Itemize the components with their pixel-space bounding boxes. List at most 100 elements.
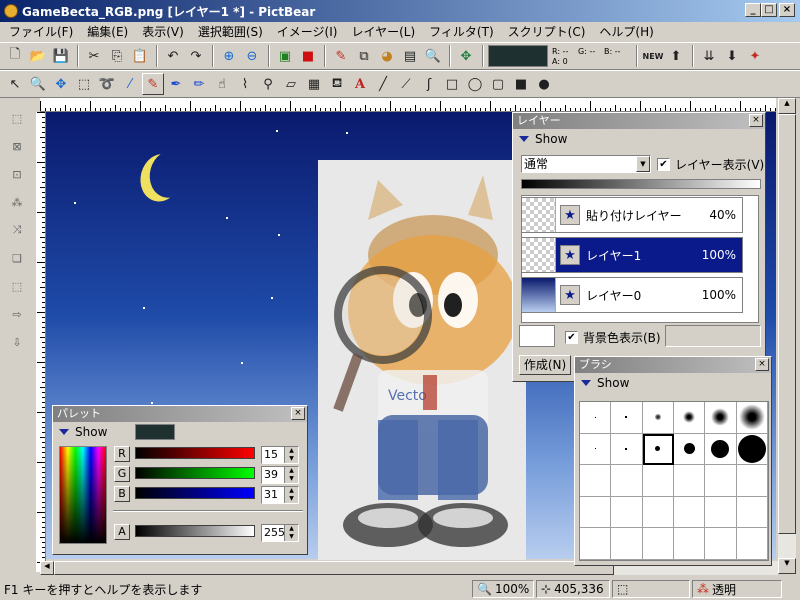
current-color-swatch[interactable]	[488, 45, 548, 67]
deselect-icon[interactable]: ⊠	[6, 135, 28, 157]
brush-empty[interactable]	[642, 465, 674, 497]
brush-empty[interactable]	[611, 465, 643, 497]
brush-soft-5[interactable]	[705, 402, 737, 434]
brush-soft-2[interactable]	[611, 402, 643, 434]
opacity-slider[interactable]	[521, 179, 761, 189]
layer-row[interactable]: ★ 貼り付けレイヤー 40%	[521, 197, 743, 233]
blue-value-input[interactable]: 31 ▲ ▼	[261, 486, 299, 504]
menu-view[interactable]: 表示(V)	[135, 23, 191, 41]
brush-empty[interactable]	[705, 496, 737, 529]
save-icon[interactable]: 💾	[50, 45, 72, 67]
image-view-icon[interactable]: ▣	[274, 45, 296, 67]
arrow-right-icon[interactable]: ⇨	[6, 303, 28, 325]
brush-empty[interactable]	[705, 528, 737, 560]
spinner-icon[interactable]: ▲ ▼	[284, 467, 298, 483]
scroll-left-button[interactable]: ◀	[40, 561, 54, 575]
layer-show-toggle[interactable]: Show	[513, 129, 765, 149]
menu-selection[interactable]: 選択範囲(S)	[191, 23, 270, 41]
ellipse-icon[interactable]: ◯	[464, 73, 486, 95]
select-all-icon[interactable]: ⬚	[6, 107, 28, 129]
star-icon[interactable]: ★	[560, 245, 580, 265]
layer-merge-icon[interactable]: ⇊	[698, 45, 720, 67]
color-spectrum-picker[interactable]	[59, 446, 107, 544]
paste-icon[interactable]: 📋	[129, 45, 151, 67]
brush-empty[interactable]	[674, 496, 706, 529]
airbrush-icon[interactable]: ⌇	[234, 73, 256, 95]
brush-hard-3-selected[interactable]	[642, 433, 674, 466]
brush-hard-4[interactable]	[674, 433, 706, 466]
pen-icon[interactable]: ✒	[165, 73, 187, 95]
brush-panel-close-button[interactable]: ×	[755, 358, 769, 371]
brush-empty[interactable]	[642, 496, 674, 529]
gradient-icon[interactable]: ▦	[303, 73, 325, 95]
undo-icon[interactable]: ↶	[162, 45, 184, 67]
layer-row-selected[interactable]: ★ レイヤー1 100%	[521, 237, 743, 273]
green-value-input[interactable]: 39 ▲ ▼	[261, 466, 299, 484]
blue-slider[interactable]	[135, 487, 255, 499]
effect-icon[interactable]: ✦	[744, 45, 766, 67]
brush-hard-6[interactable]	[736, 433, 768, 466]
color-pick-icon[interactable]: ⁂	[6, 191, 28, 213]
brush-soft-1[interactable]	[580, 402, 612, 434]
layers-icon[interactable]: ▤	[399, 45, 421, 67]
current-color-preview[interactable]	[135, 424, 175, 440]
hscroll-thumb[interactable]	[54, 561, 614, 575]
line-icon[interactable]: ╱	[372, 73, 394, 95]
navigator-icon[interactable]: 🔍	[422, 45, 444, 67]
spinner-icon[interactable]: ▲ ▼	[284, 525, 298, 541]
menu-help[interactable]: ヘルプ(H)	[592, 23, 660, 41]
layer-stack-icon[interactable]: ❏	[6, 247, 28, 269]
brush-hard-2[interactable]	[611, 433, 643, 466]
palette-panel-close-button[interactable]: ×	[291, 407, 305, 420]
create-layer-button[interactable]: 作成(N)	[519, 355, 571, 375]
layer-panel-close-button[interactable]: ×	[749, 114, 763, 127]
brush-icon[interactable]: ✎	[142, 73, 164, 95]
copy-icon[interactable]: ⎘	[106, 45, 128, 67]
maximize-button[interactable]: □	[761, 3, 777, 17]
redo-icon[interactable]: ↷	[185, 45, 207, 67]
brush-empty[interactable]	[705, 465, 737, 497]
palette-show-toggle[interactable]: Show	[53, 422, 307, 442]
eyedropper-icon[interactable]: ⚲	[257, 73, 279, 95]
invert-selection-icon[interactable]: ⊡	[6, 163, 28, 185]
polyline-icon[interactable]: ⟋	[395, 73, 417, 95]
zoom-out-icon[interactable]: ⊖	[241, 45, 263, 67]
alpha-slider[interactable]	[135, 525, 255, 537]
menu-edit[interactable]: 編集(E)	[80, 23, 135, 41]
brush-tool-icon[interactable]: ✎	[330, 45, 352, 67]
transform-small-icon[interactable]: ⤨	[6, 219, 28, 241]
brush-empty[interactable]	[580, 465, 612, 497]
vertical-scrollbar[interactable]: ▲ ▼	[778, 98, 796, 574]
fill-red-icon[interactable]: ■	[297, 45, 319, 67]
brush-empty[interactable]	[736, 465, 768, 497]
move-tool-icon[interactable]: ✥	[50, 73, 72, 95]
brush-empty[interactable]	[642, 528, 674, 560]
bg-visible-checkbox[interactable]: ✔ 背景色表示(B)	[565, 329, 661, 346]
new-file-icon[interactable]: 🗋	[4, 45, 26, 67]
zoom-in-icon[interactable]: ⊕	[218, 45, 240, 67]
star-icon[interactable]: ★	[560, 285, 580, 305]
filled-ellipse-icon[interactable]: ●	[533, 73, 555, 95]
rect-select-icon[interactable]: ⬚	[73, 73, 95, 95]
curve-icon[interactable]: ʃ	[418, 73, 440, 95]
brush-empty[interactable]	[736, 528, 768, 560]
green-slider[interactable]	[135, 467, 255, 479]
menu-script[interactable]: スクリプト(C)	[501, 23, 593, 41]
layer-visible-checkbox[interactable]: ✔ レイヤー表示(V)	[657, 156, 764, 173]
magic-wand-icon[interactable]: ⁄	[119, 73, 141, 95]
crop-icon[interactable]: ⬚	[6, 275, 28, 297]
brush-empty[interactable]	[611, 496, 643, 529]
brush-hard-1[interactable]	[580, 433, 612, 466]
rounded-rect-icon[interactable]: ▢	[487, 73, 509, 95]
brush-empty[interactable]	[580, 496, 612, 529]
layer-copy-icon[interactable]: ⧉	[353, 45, 375, 67]
red-value-input[interactable]: 15 ▲ ▼	[261, 446, 299, 464]
brush-empty[interactable]	[611, 528, 643, 560]
text-tool-icon[interactable]: A	[349, 73, 371, 95]
menu-layer[interactable]: レイヤー(L)	[344, 23, 422, 41]
bucket-icon[interactable]: ⛾	[326, 73, 348, 95]
arrow-down-icon[interactable]: ⇩	[6, 331, 28, 353]
pencil-icon[interactable]: ✏	[188, 73, 210, 95]
red-slider[interactable]	[135, 447, 255, 459]
brush-soft-3[interactable]	[642, 402, 674, 434]
